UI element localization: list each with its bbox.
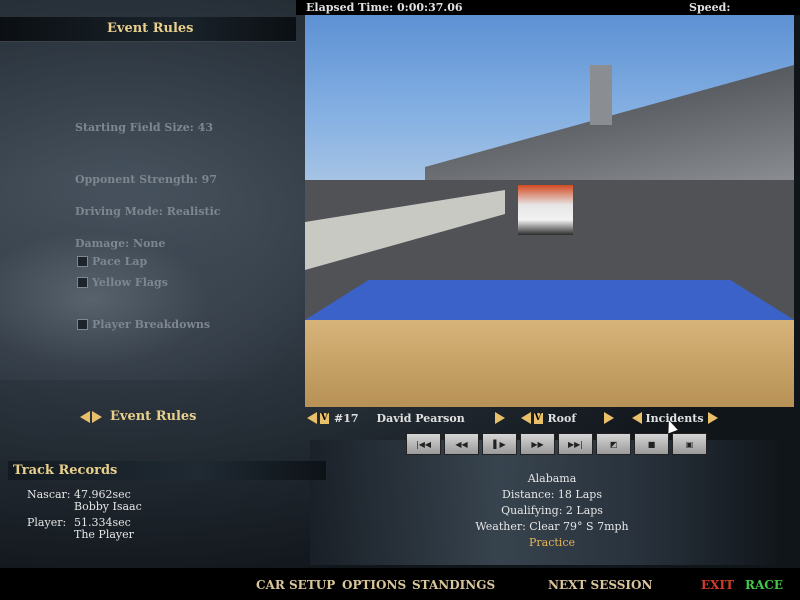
starting-field-size[interactable]: Starting Field Size: 43 xyxy=(75,121,213,134)
play-pause-icon[interactable]: ▌▶ xyxy=(482,433,517,455)
prev-mode-arrow-icon[interactable] xyxy=(631,412,642,424)
rewind-start-icon[interactable]: |◀◀ xyxy=(406,433,441,455)
session-type: Practice xyxy=(529,536,575,549)
car-number: #17 xyxy=(334,411,359,425)
next-camera-arrow-icon[interactable] xyxy=(603,412,614,424)
camera-name: Roof xyxy=(547,411,577,425)
opponent-strength[interactable]: Opponent Strength: 97 xyxy=(75,173,217,186)
camera-cut-icon[interactable]: ◩ xyxy=(596,433,631,455)
folder-icon[interactable]: ■ xyxy=(634,433,669,455)
nascar-record-label: Nascar: xyxy=(27,488,71,501)
pace-lap-checkbox[interactable]: Pace Lap xyxy=(77,255,147,268)
checkbox-icon[interactable] xyxy=(77,256,88,267)
player-breakdowns-label: Player Breakdowns xyxy=(92,318,211,331)
next-session-button[interactable]: NEXT SESSION xyxy=(548,578,652,592)
camera-select-icon[interactable]: V xyxy=(533,412,543,424)
exit-button[interactable]: EXIT xyxy=(701,578,734,592)
qualifying-laps: Qualifying: 2 Laps xyxy=(501,504,603,517)
nascar-record-holder: Bobby Isaac xyxy=(74,500,142,513)
view-nav-bar: V #17 David Pearson V Roof Incidents xyxy=(305,409,794,427)
speed-readout: Speed: xyxy=(689,1,731,14)
event-rules-header: Event Rules xyxy=(0,17,296,42)
track-records-title: Track Records xyxy=(13,463,118,478)
race-distance: Distance: 18 Laps xyxy=(502,488,602,501)
yellow-flags-label: Yellow Flags xyxy=(92,276,168,289)
car-setup-button[interactable]: CAR SETUP xyxy=(256,578,335,592)
track-records-header: Track Records xyxy=(8,461,326,480)
car-hood xyxy=(305,280,794,320)
event-rules-title: Event Rules xyxy=(107,21,194,36)
elapsed-time: Elapsed Time: 0:00:37.06 xyxy=(306,1,463,14)
weather-info: Weather: Clear 79° S 7mph xyxy=(475,520,629,533)
driver-name: David Pearson xyxy=(376,411,465,425)
opponent-car xyxy=(518,185,573,235)
options-button[interactable]: OPTIONS xyxy=(342,578,406,592)
replay-controls: |◀◀ ◀◀ ▌▶ ▶▶ ▶▶| ◩ ■ ▣ xyxy=(406,433,707,455)
checkbox-icon[interactable] xyxy=(77,277,88,288)
save-icon[interactable]: ▣ xyxy=(672,433,707,455)
player-record-label: Player: xyxy=(27,516,67,529)
track-name: Alabama xyxy=(527,472,577,485)
prev-car-arrow-icon[interactable] xyxy=(307,412,317,424)
light-tower xyxy=(590,65,612,125)
event-rules-nav: Event Rules xyxy=(80,409,197,424)
race-viewport[interactable] xyxy=(305,15,794,407)
next-car-arrow-icon[interactable] xyxy=(494,412,505,424)
next-mode-arrow-icon[interactable] xyxy=(707,412,718,424)
player-record-holder: The Player xyxy=(74,528,134,541)
rewind-icon[interactable]: ◀◀ xyxy=(444,433,479,455)
pace-lap-label: Pace Lap xyxy=(92,255,148,268)
damage-setting[interactable]: Damage: None xyxy=(75,237,165,250)
yellow-flags-checkbox[interactable]: Yellow Flags xyxy=(77,276,168,289)
race-button[interactable]: RACE xyxy=(745,578,783,592)
next-arrow-icon[interactable] xyxy=(92,410,102,423)
prev-arrow-icon[interactable] xyxy=(80,410,90,423)
player-breakdowns-checkbox[interactable]: Player Breakdowns xyxy=(77,318,210,331)
prev-camera-arrow-icon[interactable] xyxy=(520,412,531,424)
dashboard-area xyxy=(305,320,794,407)
forward-end-icon[interactable]: ▶▶| xyxy=(558,433,593,455)
standings-button[interactable]: STANDINGS xyxy=(412,578,495,592)
car-select-icon[interactable]: V xyxy=(320,412,329,424)
fast-forward-icon[interactable]: ▶▶ xyxy=(520,433,555,455)
driving-mode[interactable]: Driving Mode: Realistic xyxy=(75,205,220,218)
event-rules-nav-label: Event Rules xyxy=(110,409,197,424)
checkbox-icon[interactable] xyxy=(77,319,88,330)
